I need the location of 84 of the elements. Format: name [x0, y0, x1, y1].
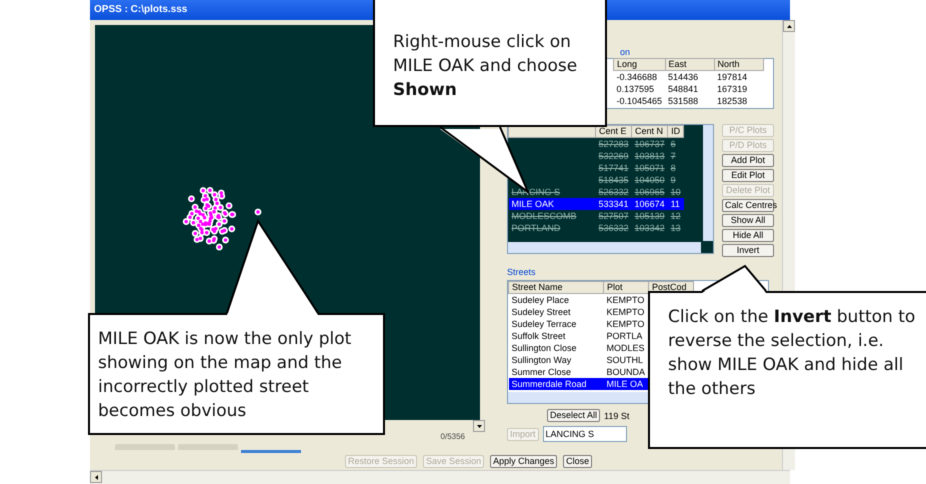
- plot-action-button[interactable]: Hide All: [722, 229, 774, 242]
- column-header[interactable]: Long: [614, 58, 666, 70]
- table-cell: 527283: [596, 138, 632, 150]
- callout-text: Click on the Invert button to reverse the selection, i.e. show MILE OAK and hide all the others: [668, 306, 916, 401]
- horizontal-scrollbar[interactable]: [508, 242, 701, 253]
- table-cell-text: 517741: [598, 162, 630, 174]
- column-header[interactable]: Street Name: [508, 282, 604, 294]
- plot-action-button[interactable]: Add Plot: [722, 154, 774, 167]
- plot-action-button[interactable]: Edit Plot: [722, 169, 774, 182]
- table-cell-text: Sudeley Street: [510, 306, 572, 318]
- table-cell-text: 9: [670, 174, 677, 186]
- table-cell-text: 518435: [598, 174, 630, 186]
- table-cell: 10: [668, 186, 684, 198]
- table-cell: 533341: [596, 198, 632, 210]
- table-cell: 12: [668, 210, 684, 222]
- table-cell-text: Sudeley Terrace: [510, 318, 578, 330]
- table-cell: MILE OA: [604, 378, 648, 390]
- group-label: Streets: [507, 267, 537, 279]
- table-cell: Sudeley Place: [508, 294, 604, 306]
- street-count: 119 St: [604, 410, 630, 420]
- deselect-all-button[interactable]: Deselect All: [547, 409, 600, 422]
- table-cell: 106674: [632, 198, 668, 210]
- callout-text: Right-mouse click on MILE OAK and choose Shown: [393, 31, 578, 102]
- table-cell-text: PORTLA: [606, 330, 644, 342]
- table-cell-text: MODLES: [606, 342, 646, 354]
- table-cell-text: -0.1045465: [616, 95, 664, 107]
- table-cell-text: KEMPTO: [606, 306, 646, 318]
- table-cell-text: 105071: [634, 162, 666, 174]
- table-cell: 197814: [714, 70, 764, 83]
- table-cell-text: Sullington Way: [510, 354, 572, 366]
- table-cell: 105139: [632, 210, 668, 222]
- table-cell: KEMPTO: [604, 294, 648, 306]
- column-header[interactable]: North: [714, 58, 764, 70]
- scroll-left-icon[interactable]: [94, 474, 98, 480]
- table-cell-text: 548841: [667, 83, 700, 95]
- table-cell: 106965: [632, 186, 668, 198]
- column-header[interactable]: Plot: [604, 282, 648, 294]
- table-cell: 11: [668, 198, 684, 210]
- table-cell-text: 532269: [598, 150, 630, 162]
- table-cell-text: 536332: [598, 222, 630, 234]
- table-cell-text: 104050: [634, 174, 666, 186]
- scroll-down-icon[interactable]: [476, 424, 482, 428]
- table-cell: Summerdale Road: [508, 378, 604, 390]
- session-button[interactable]: Apply Changes: [490, 455, 558, 468]
- plot-points-drawing: [182, 186, 236, 250]
- table-cell: 6: [668, 138, 684, 150]
- group-label: on: [620, 47, 630, 57]
- plot-action-button[interactable]: Show All: [722, 214, 774, 227]
- outlier-point: [254, 208, 262, 216]
- table-cell: MILE OAK: [508, 198, 596, 210]
- table-cell-text: 8: [670, 162, 677, 174]
- table-cell: 527507: [596, 210, 632, 222]
- table-cell: MODLESCOMB: [508, 210, 596, 222]
- status-text: 0/5356: [440, 432, 465, 443]
- column-header[interactable]: East: [665, 58, 714, 70]
- table-cell: Summer Close: [508, 366, 604, 378]
- column-header[interactable]: Cent N: [632, 126, 668, 138]
- table-cell-text: 0.137595: [616, 83, 656, 95]
- column-header[interactable]: ID: [668, 126, 684, 138]
- table-cell-text: 7: [670, 150, 677, 162]
- table-cell: -0.346688: [614, 70, 666, 83]
- scroll-up-icon[interactable]: [786, 24, 792, 28]
- table-cell-text: KEMPTO: [606, 318, 646, 330]
- table-cell-text: 103342: [634, 222, 666, 234]
- session-button[interactable]: Close: [563, 455, 592, 468]
- callout-text: MILE OAK is now the only plot showing on the map and the incorrectly plotted street becomes obvious: [98, 328, 352, 423]
- import-field[interactable]: LANCING S: [542, 426, 627, 442]
- table-cell-text: 103813: [634, 150, 666, 162]
- table-cell-text: 13: [670, 222, 682, 234]
- table-cell: 514436: [665, 70, 714, 83]
- table-cell: BOUNDA: [604, 366, 648, 378]
- table-cell-text: 182538: [716, 95, 748, 107]
- plot-action-button[interactable]: Invert: [722, 244, 774, 257]
- table-cell-text: Sullington Close: [510, 342, 578, 354]
- table-cell: 526332: [596, 186, 632, 198]
- table-cell-text: SOUTHL: [606, 354, 644, 366]
- table-cell-text: Suffolk Street: [510, 330, 566, 342]
- table-cell-text: 531588: [667, 95, 700, 107]
- table-cell-text: PORTLAND: [510, 222, 562, 234]
- table-cell: 106737: [632, 138, 668, 150]
- vertical-scrollbar[interactable]: [703, 125, 713, 241]
- column-header[interactable]: Cent E: [596, 126, 632, 138]
- table-cell-text: 167319: [716, 83, 748, 95]
- horizontal-scrollbar[interactable]: [90, 470, 790, 484]
